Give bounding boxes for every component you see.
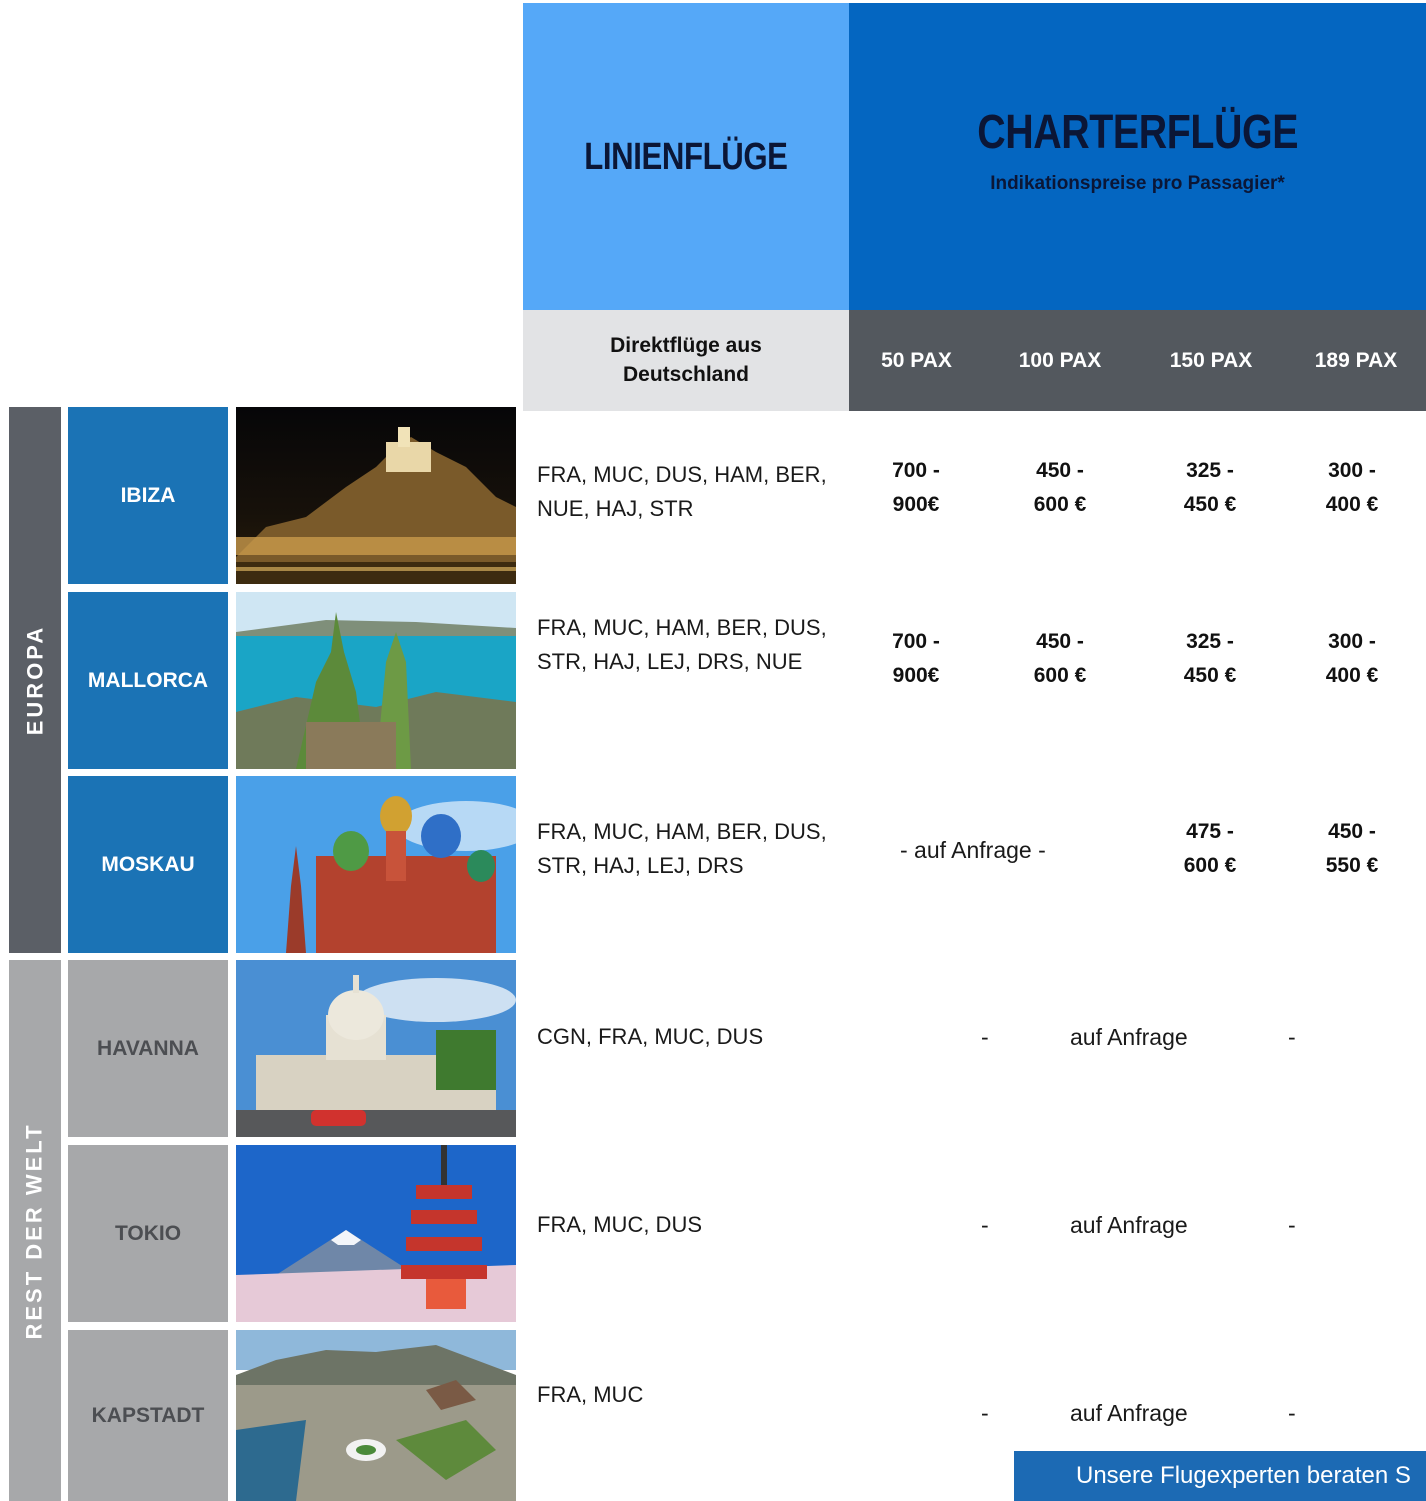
kapstadt-dash-left: -	[981, 1400, 989, 1426]
airports-moskau: FRA, MUC, HAM, BER, DUS, STR, HAJ, LEJ, …	[537, 819, 827, 878]
price-ibiza-150: 325 -450 €	[1183, 459, 1237, 516]
price-mallorca-150: 325 -450 €	[1183, 630, 1237, 687]
price-ibiza-50: 700 -900€	[892, 459, 940, 516]
havanna-on-request: auf Anfrage	[1070, 1024, 1188, 1050]
region-europa: EUROPA	[9, 407, 61, 953]
price-ibiza-100: 450 -600 €	[1033, 459, 1087, 516]
city-mallorca: MALLORCA	[68, 592, 228, 769]
linienfluege-header: LINIENFLÜGE	[523, 3, 849, 310]
region-europa-label: EUROPA	[22, 624, 47, 736]
pax-100-header: 100 PAX	[1018, 348, 1102, 372]
price-ibiza-189: 300 -400 €	[1325, 459, 1379, 516]
pax-50-header: 50 PAX	[881, 348, 952, 372]
pax-189-header: 189 PAX	[1314, 348, 1398, 372]
price-moskau-150: 475 -600 €	[1183, 820, 1237, 877]
city-ibiza: IBIZA	[68, 407, 228, 584]
havanna-dash-left: -	[981, 1024, 989, 1050]
region-rest-der-welt: REST DER WELT	[9, 960, 61, 1501]
havana-capitol-photo	[236, 960, 516, 1137]
pax-header-row: 50 PAX 100 PAX 150 PAX 189 PAX	[849, 310, 1426, 411]
city-tokio: TOKIO	[68, 1145, 228, 1322]
contact-banner[interactable]: Unsere Flugexperten beraten S	[1014, 1451, 1426, 1501]
airports-havanna: CGN, FRA, MUC, DUS	[537, 1024, 764, 1049]
kapstadt-dash-right: -	[1288, 1400, 1296, 1426]
city-havanna: HAVANNA	[68, 960, 228, 1137]
airports-tokio: FRA, MUC, DUS	[537, 1212, 702, 1237]
price-moskau-189: 450 -550 €	[1325, 820, 1379, 877]
mallorca-coast-photo	[236, 592, 516, 769]
tokyo-pagoda-photo	[236, 1145, 516, 1322]
moscow-basilica-photo	[236, 776, 516, 953]
price-mallorca-100: 450 -600 €	[1033, 630, 1087, 687]
linienfluege-title: LINIENFLÜGE	[584, 136, 788, 178]
capetown-aerial-photo	[236, 1330, 516, 1501]
tokio-on-request: auf Anfrage	[1070, 1212, 1188, 1238]
charterfluege-title: CHARTERFLÜGE	[977, 105, 1298, 159]
airports-mallorca: FRA, MUC, HAM, BER, DUS, STR, HAJ, LEJ, …	[537, 615, 827, 674]
direktfluege-header: Direktflüge aus Deutschland	[523, 310, 849, 411]
region-rest-label: REST DER WELT	[22, 1121, 47, 1340]
airports-ibiza: FRA, MUC, DUS, HAM, BER, NUE, HAJ, STR	[537, 462, 827, 521]
tokio-dash-right: -	[1288, 1212, 1296, 1238]
ibiza-night-photo	[236, 407, 516, 584]
price-mallorca-50: 700 -900€	[892, 630, 940, 687]
charterfluege-subtitle: Indikationspreise pro Passagier*	[990, 172, 1285, 194]
city-moskau: MOSKAU	[68, 776, 228, 953]
city-kapstadt: KAPSTADT	[68, 1330, 228, 1501]
moskau-on-request: - auf Anfrage -	[900, 837, 1046, 863]
havanna-dash-right: -	[1288, 1024, 1296, 1050]
kapstadt-on-request: auf Anfrage	[1070, 1400, 1188, 1426]
charterfluege-header: CHARTERFLÜGE Indikationspreise pro Passa…	[849, 3, 1426, 310]
tokio-dash-left: -	[981, 1212, 989, 1238]
airports-kapstadt: FRA, MUC	[537, 1382, 644, 1407]
pax-150-header: 150 PAX	[1169, 348, 1253, 372]
price-mallorca-189: 300 -400 €	[1325, 630, 1379, 687]
